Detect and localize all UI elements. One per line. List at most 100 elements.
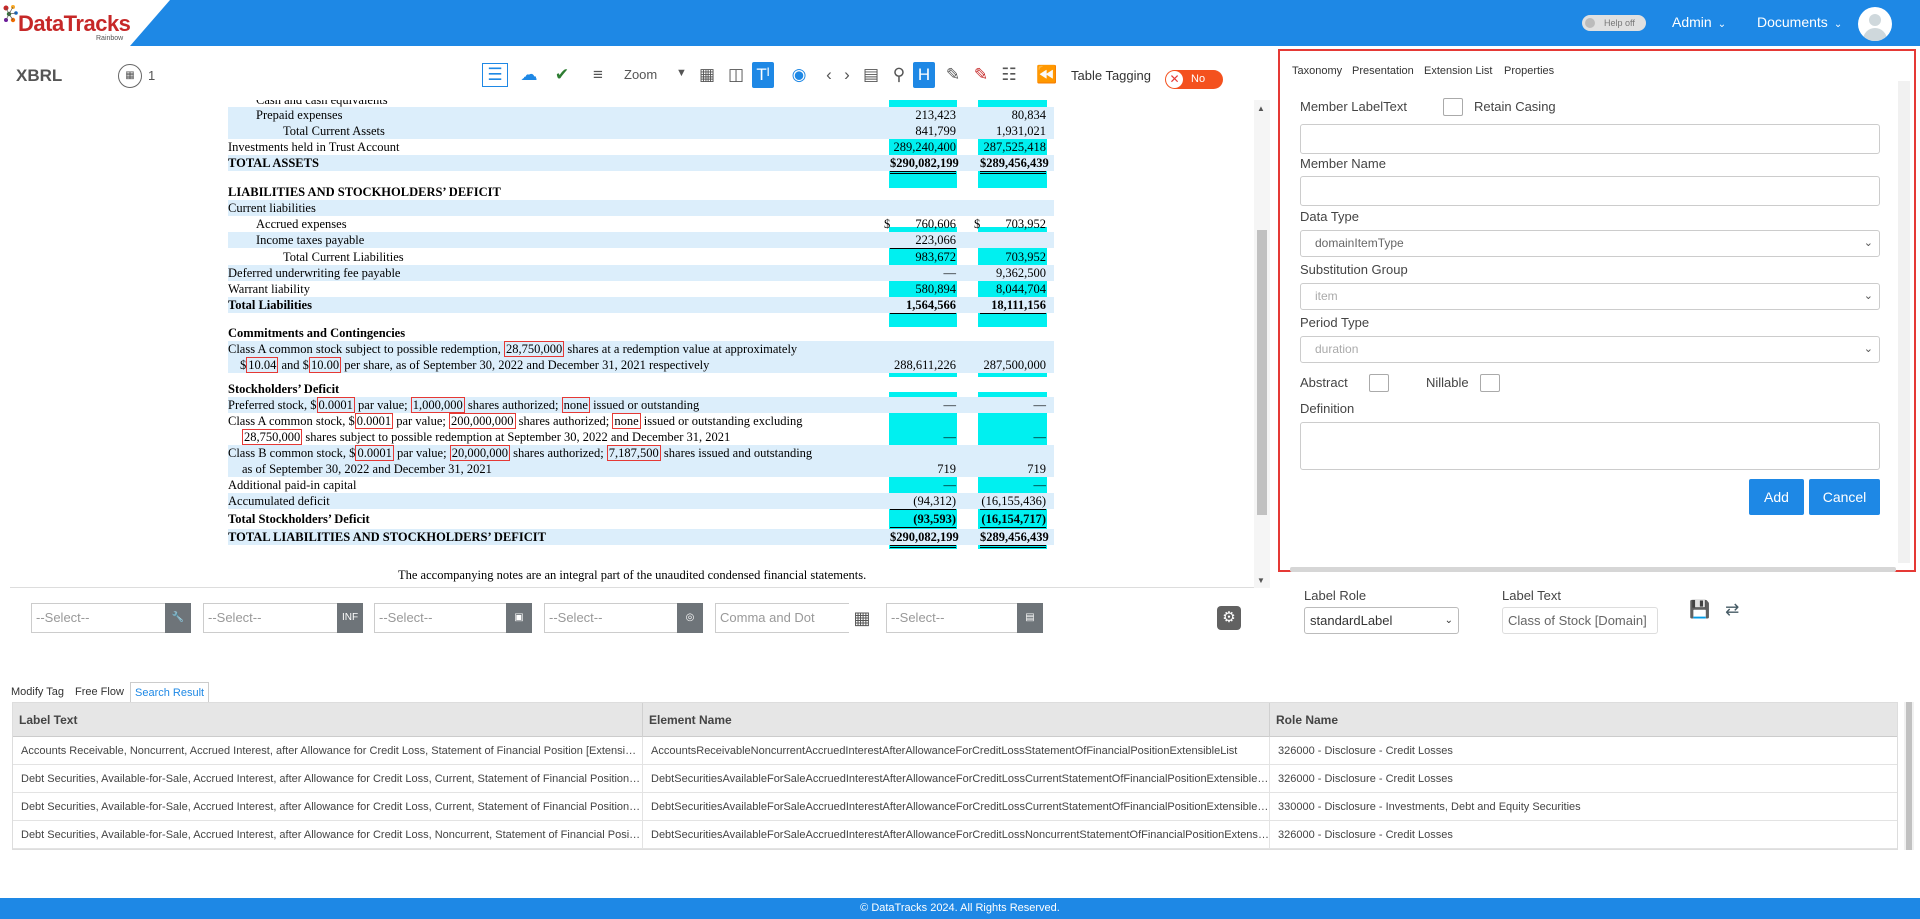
value-2022[interactable]: $290,082,199 — [890, 530, 959, 548]
value-2022[interactable]: 580,894 — [890, 282, 956, 298]
value-2022[interactable]: 289,240,400 — [890, 140, 956, 156]
retain-casing-checkbox[interactable] — [1443, 98, 1463, 116]
doc-row[interactable]: $10.04 and $10.00 per share, as of Septe… — [228, 357, 1054, 373]
value-2021[interactable]: 703,952 — [980, 250, 1046, 265]
documents-menu[interactable]: Documents ⌄ — [1757, 14, 1842, 30]
text-tag-icon[interactable]: Tᴵ — [752, 62, 774, 88]
value-2022[interactable]: — — [890, 478, 957, 493]
tagged-value[interactable]: 10.00 — [308, 357, 342, 373]
value-2021[interactable]: 1,931,021 — [980, 124, 1046, 139]
card-icon[interactable]: ▤ — [860, 62, 882, 88]
table-row[interactable]: Accounts Receivable, Noncurrent, Accrued… — [13, 737, 1897, 765]
value-2022[interactable]: 983,672 — [890, 250, 956, 265]
map-pin-icon[interactable]: ⚲ — [888, 62, 910, 88]
highlight-h-icon[interactable]: H — [913, 62, 935, 88]
doc-row[interactable]: TOTAL ASSETS $290,082,199 $289,456,439 — [228, 155, 1054, 174]
value-2022[interactable]: 719 — [890, 462, 956, 477]
doc-row[interactable]: Total Current Assets 841,799 1,931,021 — [228, 123, 1054, 139]
member-name-input[interactable] — [1300, 176, 1880, 206]
filter-select-4[interactable]: --Select-- — [544, 603, 679, 633]
document-scrollbar[interactable]: ▲ ▼ — [1254, 100, 1270, 588]
tagged-value[interactable]: 28,750,000 — [242, 429, 303, 445]
tagged-value[interactable]: 28,750,000 — [504, 341, 565, 357]
outline-list-icon[interactable]: ☰ — [482, 63, 508, 87]
columns-icon[interactable]: ◫ — [725, 62, 747, 88]
filter-select-2[interactable]: --Select-- — [203, 603, 338, 633]
number-format-select[interactable]: Comma and Dot — [715, 603, 850, 633]
tagged-value[interactable]: 1,000,000 — [410, 397, 465, 413]
value-2021[interactable]: 287,525,418 — [980, 140, 1046, 156]
list-icon[interactable]: ≡ — [587, 62, 609, 88]
scroll-down-icon[interactable]: ▼ — [1257, 576, 1265, 585]
substitution-group-select[interactable]: item ⌄ — [1300, 283, 1880, 310]
wrench-icon[interactable]: 🔧 — [165, 603, 191, 633]
value-2022[interactable]: — — [890, 398, 957, 413]
value-2021[interactable]: $289,456,439 — [980, 156, 1049, 174]
value-2022[interactable]: $290,082,199 — [890, 156, 959, 174]
doc-row[interactable]: Accrued expenses $760,606 $703,952 — [228, 216, 1054, 232]
value-2021[interactable]: 18,111,156 — [980, 298, 1046, 314]
value-2021[interactable]: 703,952 — [980, 217, 1046, 232]
column-header-label-text[interactable]: Label Text — [13, 703, 643, 737]
doc-row[interactable]: Accumulated deficit (94,312) (16,155,436) — [228, 493, 1054, 510]
value-2021[interactable]: 287,500,000 — [980, 358, 1047, 373]
scroll-thumb[interactable] — [1906, 702, 1912, 850]
value-2021[interactable]: (16,155,436) — [980, 494, 1046, 510]
admin-menu[interactable]: Admin ⌄ — [1672, 14, 1726, 30]
grid-format-icon[interactable]: ▦ — [849, 603, 875, 633]
doc-row[interactable]: TOTAL LIABILITIES AND STOCKHOLDERS’ DEFI… — [228, 529, 1054, 548]
help-toggle[interactable]: Help off — [1582, 15, 1646, 31]
panel-scrollbar[interactable] — [1898, 81, 1910, 563]
doc-row[interactable]: Total Liabilities 1,564,566 18,111,156 — [228, 297, 1054, 314]
save-icon[interactable]: 💾 — [1689, 600, 1710, 620]
target-icon[interactable]: ◎ — [677, 603, 703, 633]
value-2022[interactable]: — — [890, 266, 957, 281]
doc-row[interactable]: Income taxes payable 223,066 — [228, 232, 1054, 249]
definition-textarea[interactable] — [1300, 422, 1880, 470]
value-2021[interactable]: — — [980, 478, 1047, 493]
doc-row[interactable]: 28,750,000 shares subject to possible re… — [228, 429, 1054, 445]
document-viewer[interactable]: Cash and cash equivalents Prepaid expens… — [10, 100, 1270, 588]
tab-presentation[interactable]: Presentation — [1352, 65, 1414, 77]
value-2022[interactable]: 223,066 — [890, 233, 956, 249]
settings-gear-icon[interactable]: ⚙ — [1217, 606, 1241, 630]
value-2021[interactable]: $289,456,439 — [980, 530, 1049, 548]
table-row[interactable]: Debt Securities, Available-for-Sale, Acc… — [13, 793, 1897, 821]
label-role-select[interactable]: standardLabel ⌄ — [1304, 607, 1459, 634]
doc-row[interactable]: Deferred underwriting fee payable — 9,362,… — [228, 265, 1054, 281]
tagged-value[interactable]: 7,187,500 — [606, 445, 661, 461]
cancel-button[interactable]: Cancel — [1809, 479, 1880, 515]
panel-horizontal-scrollbar[interactable] — [1290, 567, 1896, 572]
doc-row[interactable]: Class A common stock, $0.0001 par value;… — [228, 413, 1054, 429]
tagged-value[interactable]: 0.0001 — [316, 397, 355, 413]
doc-row[interactable]: Investments held in Trust Account 289,240… — [228, 139, 1054, 156]
doc-row[interactable]: Prepaid expenses 213,423 80,834 — [228, 107, 1054, 124]
cloud-upload-icon[interactable]: ☁ — [518, 62, 540, 88]
doc-row[interactable]: Additional paid-in capital — — — [228, 477, 1054, 493]
zoom-label[interactable]: Zoom — [624, 67, 657, 82]
swap-icon[interactable]: ⇄ — [1725, 600, 1739, 620]
tagged-value[interactable]: 0.0001 — [354, 413, 394, 429]
document-icon[interactable]: ☷ — [998, 62, 1020, 88]
doc-row[interactable]: Total Stockholders’ Deficit (93,593) (16,1… — [228, 511, 1054, 528]
column-header-role-name[interactable]: Role Name — [1270, 703, 1897, 737]
tab-free-flow[interactable]: Free Flow — [71, 682, 128, 702]
value-2021[interactable]: 9,362,500 — [980, 266, 1046, 281]
tagged-value[interactable]: 10.04 — [246, 357, 279, 373]
table-grid-icon[interactable]: ▦ — [696, 62, 718, 88]
tagged-value[interactable]: 0.0001 — [355, 445, 394, 461]
rewind-icon[interactable]: ⏪ — [1036, 62, 1058, 88]
inf-button[interactable]: INF — [337, 603, 363, 633]
table-row[interactable]: Debt Securities, Available-for-Sale, Acc… — [13, 765, 1897, 793]
table-row[interactable]: Debt Securities, Available-for-Sale, Acc… — [13, 821, 1897, 849]
value-2022[interactable]: (93,593) — [890, 512, 956, 528]
tab-taxonomy[interactable]: Taxonomy — [1292, 65, 1342, 77]
tab-properties[interactable]: Properties — [1504, 65, 1554, 77]
filter-select-3[interactable]: --Select-- — [374, 603, 509, 633]
tagged-value[interactable]: 200,000,000 — [449, 413, 516, 429]
label-text-input[interactable]: Class of Stock [Domain] — [1502, 607, 1658, 634]
pen-erase-icon[interactable]: ✎ — [970, 62, 992, 88]
chevron-right-icon[interactable]: › — [836, 62, 858, 88]
verified-check-icon[interactable]: ✔ — [551, 62, 573, 88]
value-2022[interactable]: 841,799 — [890, 124, 956, 139]
